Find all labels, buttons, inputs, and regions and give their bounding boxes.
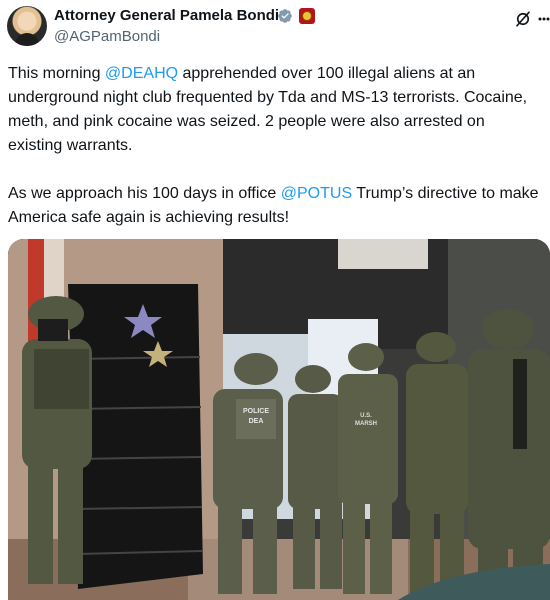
tweet-text-segment: This morning	[8, 65, 105, 82]
tweet-paragraph-2: As we approach his 100 days in office @P…	[8, 182, 543, 230]
profile-avatar[interactable]	[7, 6, 47, 46]
raid-photo-illustration: POLICE DEA U.S. MARSH	[8, 239, 550, 600]
vest-label-us: U.S.	[360, 413, 372, 419]
mention-link-potus[interactable]: @POTUS	[281, 185, 352, 202]
tweet-photo[interactable]: POLICE DEA U.S. MARSH	[8, 239, 550, 600]
tweet-text: This morning @DEAHQ apprehended over 100…	[8, 62, 543, 230]
mention-link-deahq[interactable]: @DEAHQ	[105, 65, 178, 82]
tweet-paragraph-1: This morning @DEAHQ apprehended over 100…	[8, 62, 543, 158]
tweet-text-segment: As we approach his 100 days in office	[8, 185, 281, 202]
verified-check-icon	[278, 9, 292, 23]
more-options-icon[interactable]	[538, 16, 550, 22]
tweet-header: Attorney General Pamela Bondi @AGPamBond…	[0, 0, 550, 56]
vest-label-marshal: MARSH	[355, 421, 377, 427]
author-handle[interactable]: @AGPamBondi	[54, 28, 160, 45]
government-seal-icon	[299, 8, 315, 24]
grok-icon[interactable]	[514, 10, 532, 28]
vest-label-police: POLICE	[243, 408, 269, 415]
vest-label-dea: DEA	[249, 418, 264, 425]
author-name[interactable]: Attorney General Pamela Bondi	[54, 7, 279, 24]
